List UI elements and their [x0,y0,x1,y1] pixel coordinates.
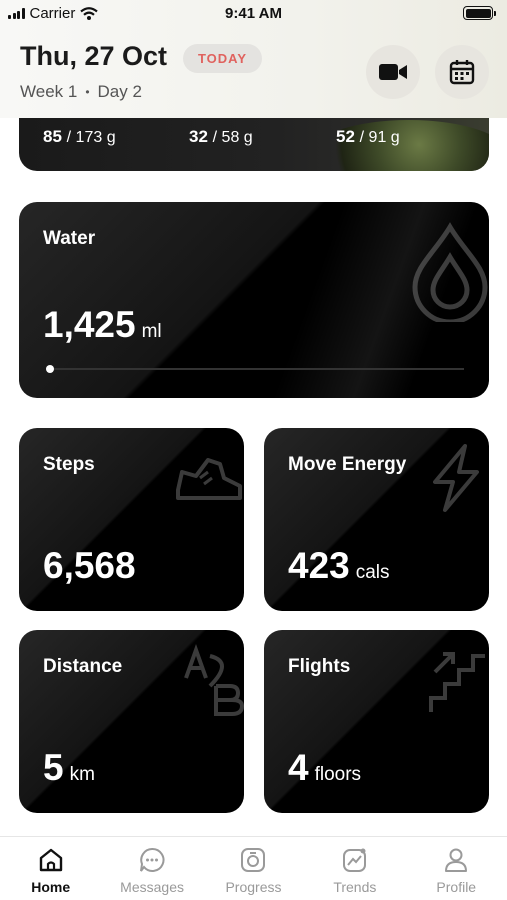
distance-value: 5 km [43,747,95,788]
macro-fat: 52 / 91 g [336,127,400,146]
water-card[interactable]: Water 1,425 ml [19,202,489,398]
week-day-line: Week 1 • Day 2 [20,82,142,102]
tab-home[interactable]: Home [0,837,101,900]
distance-card[interactable]: Distance 5 km [19,630,244,813]
tab-bar: Home Messages Progress Trends Profile [0,836,507,900]
profile-icon [443,847,469,873]
move-energy-label: Move Energy [288,454,407,475]
separator: • [85,85,90,99]
lightning-icon [433,444,479,512]
battery-icon [463,6,496,20]
water-value: 1,425 ml [43,304,162,345]
calendar-icon [449,60,475,85]
tab-label: Trends [333,879,377,895]
tab-trends[interactable]: Trends [304,837,405,900]
flights-value: 4 floors [288,747,362,788]
sneaker-icon [176,458,242,500]
calendar-button[interactable] [435,45,489,99]
carrier-label: Carrier [29,4,76,22]
move-energy-value: 423 cals [288,545,390,586]
water-progress-bar [46,365,464,373]
status-bar: Carrier 9:41 AM [0,0,507,26]
day-label: Day 2 [97,82,142,101]
video-camera-icon [379,64,407,80]
water-label: Water [43,228,96,249]
trends-icon [342,847,368,873]
progress-icon [240,847,266,873]
week-label: Week 1 [20,82,78,101]
steps-value: 6,568 [43,545,136,586]
tab-label: Messages [120,879,184,895]
tab-messages[interactable]: Messages [102,837,203,900]
distance-label: Distance [43,656,123,677]
flights-card[interactable]: Flights 4 floors [264,630,489,813]
tab-label: Profile [436,879,477,895]
steps-card[interactable]: Steps 6,568 [19,428,244,611]
tab-profile[interactable]: Profile [406,837,507,900]
water-drop-icon [412,222,488,322]
move-energy-card[interactable]: Move Energy 423 cals [264,428,489,611]
macro-carbs: 32 / 58 g [189,127,253,146]
signal-icon [8,7,25,19]
wifi-icon [80,6,99,20]
messages-icon [139,847,165,873]
video-call-button[interactable] [366,45,420,99]
a-to-b-icon [184,644,244,716]
page-title: Thu, 27 Oct [20,41,168,71]
tab-progress[interactable]: Progress [203,837,304,900]
steps-label: Steps [43,454,95,475]
water-progress-indicator [46,365,54,373]
today-badge[interactable]: TODAY [183,44,262,73]
stairs-icon [429,652,485,712]
macro-protein: 85 / 173 g [43,127,116,146]
flights-label: Flights [288,656,351,677]
home-icon [38,847,64,873]
tab-label: Progress [225,879,282,895]
tab-label: Home [31,879,71,895]
